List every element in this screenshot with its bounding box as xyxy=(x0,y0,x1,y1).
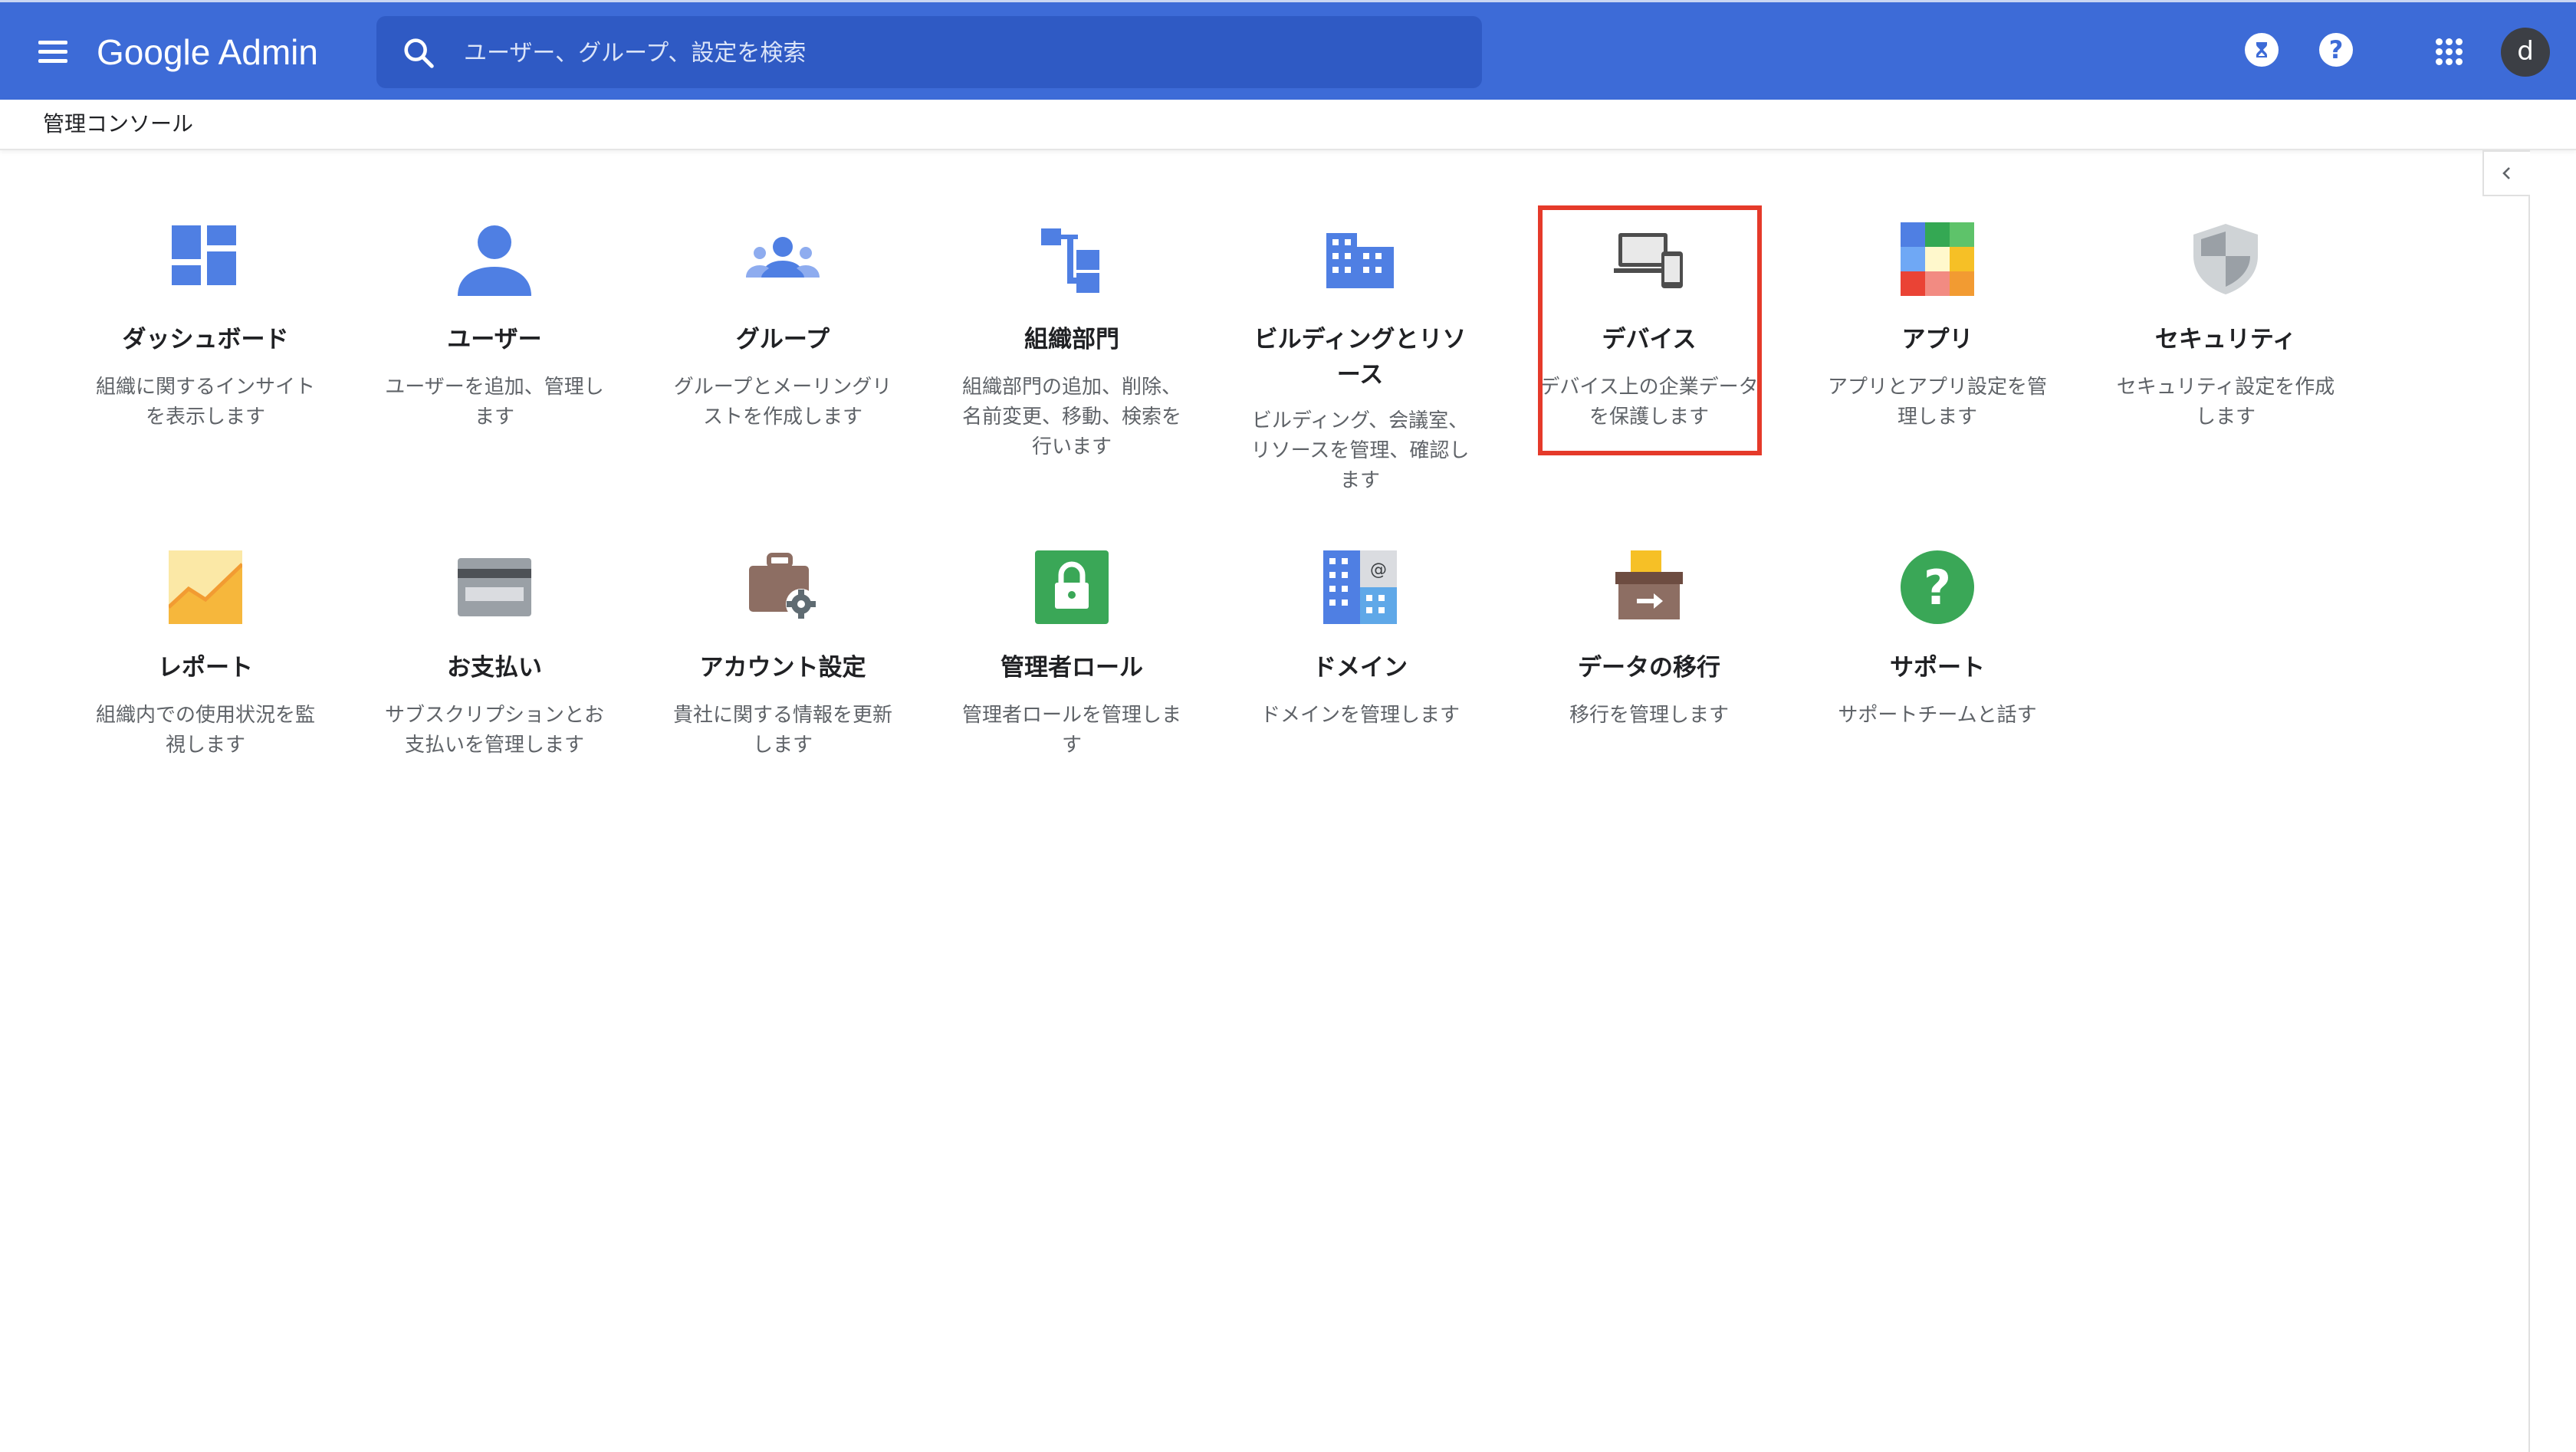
domain-building-icon: @ xyxy=(1323,550,1397,624)
apps-grid-icon xyxy=(1901,222,1974,296)
tile-users[interactable]: ユーザー ユーザーを追加、管理します xyxy=(383,222,606,437)
tile-description: 組織部門の追加、削除、名前変更、移動、検索を行います xyxy=(961,376,1181,458)
tile-title: 組織部門 xyxy=(1024,326,1119,353)
tile-description: 組織に関するインサイトを表示します xyxy=(95,376,315,429)
tile-account-settings[interactable]: アカウント設定 貴社に関する情報を更新します xyxy=(672,550,894,765)
account-avatar[interactable]: d xyxy=(2501,28,2550,77)
shield-icon xyxy=(2193,224,2258,294)
tile-title: アプリ xyxy=(1901,326,1973,353)
lock-icon xyxy=(1035,550,1109,624)
reports-chart-icon xyxy=(169,550,242,624)
tile-description: 貴社に関する情報を更新します xyxy=(672,704,892,757)
tile-title: ドメイン xyxy=(1313,654,1408,682)
tile-description: グループとメーリングリストを作成します xyxy=(673,376,892,429)
tile-title: レポート xyxy=(158,654,253,682)
building-icon xyxy=(1326,233,1394,288)
search-input[interactable] xyxy=(462,31,1447,74)
tile-description: サポートチームと話す xyxy=(1838,704,2037,727)
search-bar[interactable] xyxy=(376,16,1482,88)
help-icon[interactable]: ? xyxy=(2319,33,2353,67)
tile-title: グループ xyxy=(735,326,830,353)
tile-title: ビルディングとリソース xyxy=(1254,326,1467,389)
tile-title: アカウント設定 xyxy=(699,654,866,682)
collapse-panel-button[interactable] xyxy=(2482,150,2530,196)
tile-description: サブスクリプションとお支払いを管理します xyxy=(384,704,604,757)
dashboard-icon xyxy=(172,225,236,285)
svg-text:@: @ xyxy=(1370,560,1387,580)
tile-reports[interactable]: レポート 組織内での使用状況を監視します xyxy=(94,550,317,765)
svg-text:?: ? xyxy=(1924,560,1951,616)
tile-security[interactable]: セキュリティ セキュリティ設定を作成します xyxy=(2114,222,2337,437)
app-title[interactable]: Google Admin xyxy=(97,29,318,75)
tile-groups[interactable]: グループ グループとメーリングリストを作成します xyxy=(672,222,894,437)
breadcrumb-admin-console[interactable]: 管理コンソール xyxy=(43,107,193,141)
groups-icon xyxy=(746,237,820,278)
tile-support[interactable]: ? サポート サポートチームと話す xyxy=(1826,550,2049,765)
tile-title: 管理者ロール xyxy=(1001,654,1143,682)
search-icon xyxy=(404,38,434,68)
top-app-bar: Google Admin ? d xyxy=(0,0,2576,100)
org-units-icon xyxy=(1041,228,1099,293)
apps-launcher-icon[interactable] xyxy=(2434,37,2465,67)
tile-apps[interactable]: アプリ アプリとアプリ設定を管理します xyxy=(1826,222,2049,437)
tile-dashboard[interactable]: ダッシュボード 組織に関するインサイトを表示します xyxy=(94,222,317,437)
tile-title: お支払い xyxy=(447,654,542,682)
tile-description: ビルディング、会議室、リソースを管理、確認します xyxy=(1250,409,1470,492)
tile-admin-roles[interactable]: 管理者ロール 管理者ロールを管理します xyxy=(961,550,1183,765)
right-panel-divider xyxy=(2528,150,2530,1452)
hourglass-icon[interactable] xyxy=(2245,33,2279,67)
user-icon xyxy=(458,225,531,296)
tile-org-units[interactable]: 組織部門 組織部門の追加、削除、名前変更、移動、検索を行います xyxy=(961,222,1183,468)
tile-description: 移行を管理します xyxy=(1569,704,1729,727)
tile-billing[interactable]: お支払い サブスクリプションとお支払いを管理します xyxy=(383,550,606,765)
tile-title: セキュリティ xyxy=(2154,326,2297,353)
breadcrumb: 管理コンソール xyxy=(0,100,2576,150)
tile-description: アプリとアプリ設定を管理します xyxy=(1827,376,2047,429)
tile-description: セキュリティ設定を作成します xyxy=(2116,376,2335,429)
tile-title: ダッシュボード xyxy=(122,326,289,353)
tile-title: データの移行 xyxy=(1578,654,1720,682)
tile-description: ユーザーを追加、管理します xyxy=(385,376,604,429)
tile-description: 管理者ロールを管理します xyxy=(961,704,1181,757)
briefcase-gear-icon xyxy=(749,553,816,619)
tile-domains[interactable]: @ ドメイン ドメインを管理します xyxy=(1249,550,1471,765)
credit-card-icon xyxy=(458,558,531,616)
help-circle-icon: ? xyxy=(1901,550,1974,624)
main-menu-button[interactable] xyxy=(37,36,71,67)
tile-description: ドメインを管理します xyxy=(1260,704,1460,727)
tile-buildings-resources[interactable]: ビルディングとリソース ビルディング、会議室、リソースを管理、確認します xyxy=(1249,222,1471,498)
tile-title: サポート xyxy=(1890,654,1985,682)
highlight-box xyxy=(1538,205,1762,455)
tile-description: 組織内での使用状況を監視します xyxy=(95,704,315,757)
chevron-left-icon xyxy=(2502,167,2510,179)
tile-data-migration[interactable]: データの移行 移行を管理します xyxy=(1538,550,1760,765)
tile-title: ユーザー xyxy=(447,326,542,353)
data-migration-icon xyxy=(1615,550,1683,619)
